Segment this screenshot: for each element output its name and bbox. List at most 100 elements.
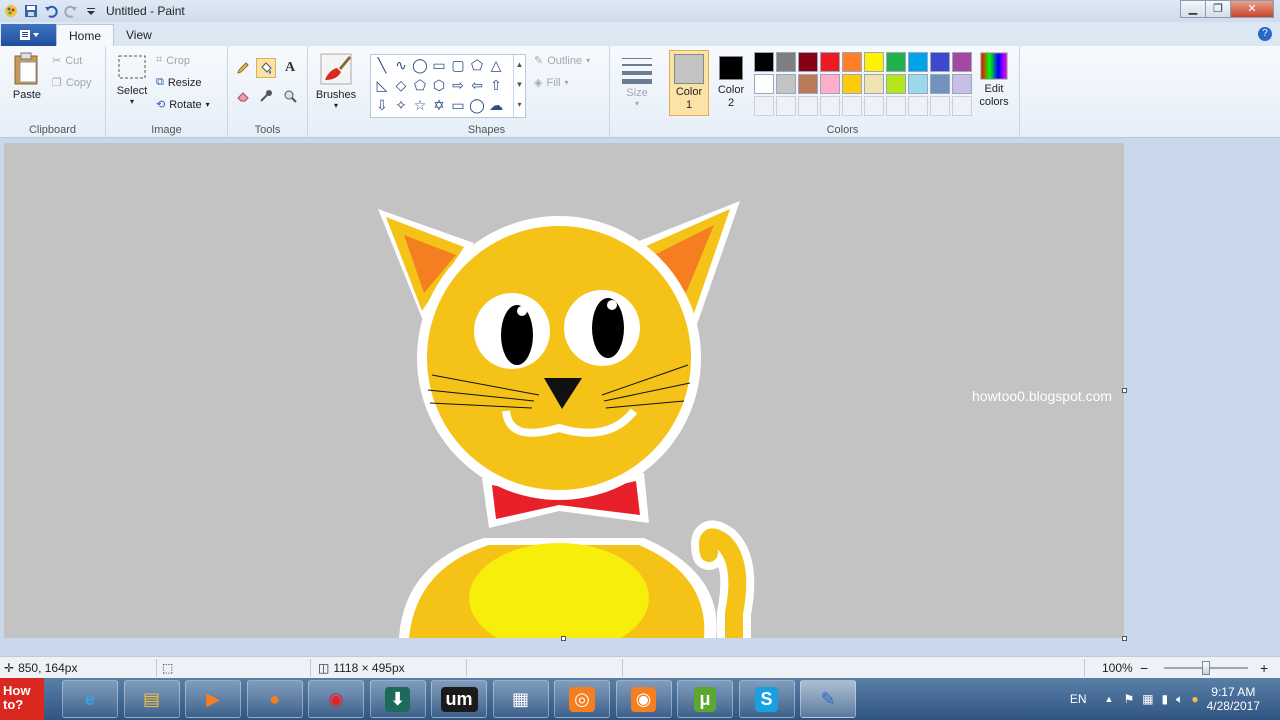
- taskbar-app-firefox[interactable]: ●: [246, 680, 303, 718]
- restore-button[interactable]: ❐: [1205, 0, 1231, 18]
- fill-bucket-icon[interactable]: [256, 58, 276, 78]
- palette-swatch[interactable]: [908, 52, 928, 72]
- taskbar-app-skype[interactable]: S: [738, 680, 795, 718]
- palette-swatch[interactable]: [908, 96, 928, 116]
- paint-app-icon[interactable]: [4, 4, 18, 18]
- palette-swatch[interactable]: [930, 74, 950, 94]
- palette-swatch[interactable]: [886, 96, 906, 116]
- size-button[interactable]: Size ▾: [618, 54, 656, 108]
- minimize-button[interactable]: ▁: [1180, 0, 1206, 18]
- palette-swatch[interactable]: [864, 96, 884, 116]
- palette-swatch[interactable]: [754, 74, 774, 94]
- palette-swatch[interactable]: [930, 96, 950, 116]
- tab-view[interactable]: View: [114, 24, 164, 46]
- select-button[interactable]: Select ▾: [114, 54, 150, 106]
- taskbar-app-internet-explorer[interactable]: e: [62, 680, 118, 718]
- shapes-scrollbar[interactable]: ▲ ▼ ▾: [513, 55, 525, 117]
- rounded-callout-shape-icon[interactable]: ▭: [449, 96, 467, 114]
- curve-shape-icon[interactable]: ∿: [392, 56, 410, 74]
- palette-swatch[interactable]: [930, 52, 950, 72]
- taskbar-app-video-editor[interactable]: ▦: [492, 680, 549, 718]
- edit-colors-button[interactable]: Edit colors: [976, 52, 1012, 109]
- six-point-star-shape-icon[interactable]: ✡: [430, 96, 448, 114]
- oval-shape-icon[interactable]: ◯: [411, 56, 429, 74]
- action-center-icon[interactable]: ⚑: [1123, 692, 1134, 706]
- palette-swatch[interactable]: [754, 96, 774, 116]
- taskbar-app-media-player[interactable]: ▶: [185, 680, 241, 718]
- save-icon[interactable]: [24, 4, 38, 18]
- taskbar-app-ummy[interactable]: um: [431, 680, 487, 718]
- down-arrow-shape-icon[interactable]: ⇩: [373, 96, 391, 114]
- five-point-star-shape-icon[interactable]: ☆: [411, 96, 429, 114]
- palette-swatch[interactable]: [820, 74, 840, 94]
- volume-icon[interactable]: 🔈︎: [1176, 692, 1183, 707]
- eraser-icon[interactable]: [233, 86, 253, 106]
- color-picker-icon[interactable]: [256, 86, 276, 106]
- four-point-star-shape-icon[interactable]: ✧: [392, 96, 410, 114]
- taskbar-app-utorrent[interactable]: μ: [677, 680, 733, 718]
- color1-button[interactable]: Color 1: [669, 50, 709, 116]
- palette-swatch[interactable]: [776, 74, 796, 94]
- palette-swatch[interactable]: [842, 74, 862, 94]
- magnifier-icon[interactable]: [280, 86, 300, 106]
- battery-icon[interactable]: ▮: [1162, 692, 1169, 706]
- cloud-callout-shape-icon[interactable]: ☁: [487, 96, 505, 114]
- start-button[interactable]: How to?: [0, 678, 44, 720]
- palette-swatch[interactable]: [754, 52, 774, 72]
- pencil-icon[interactable]: [233, 58, 253, 78]
- palette-swatch[interactable]: [798, 96, 818, 116]
- brushes-button[interactable]: Brushes ▾: [312, 52, 360, 110]
- drawing-canvas[interactable]: howtoo0.blogspot.com: [4, 143, 1124, 638]
- redo-icon[interactable]: [64, 4, 78, 18]
- text-tool-icon[interactable]: A: [280, 58, 300, 78]
- palette-swatch[interactable]: [842, 96, 862, 116]
- rotate-button[interactable]: ⟲ Rotate ▾: [156, 98, 210, 112]
- help-icon[interactable]: ?: [1258, 27, 1272, 41]
- diamond-shape-icon[interactable]: ◇: [392, 76, 410, 94]
- rectangle-shape-icon[interactable]: ▭: [430, 56, 448, 74]
- palette-swatch[interactable]: [908, 74, 928, 94]
- resize-handle-bottom[interactable]: [561, 636, 566, 641]
- polygon-shape-icon[interactable]: ⬠: [468, 56, 486, 74]
- palette-swatch[interactable]: [952, 96, 972, 116]
- copy-button[interactable]: ❐ Copy: [52, 76, 92, 90]
- palette-swatch[interactable]: [820, 96, 840, 116]
- zoom-slider-thumb[interactable]: [1202, 661, 1210, 675]
- taskbar-app-paint[interactable]: ✎: [800, 680, 856, 718]
- customize-toolbar-icon[interactable]: [84, 4, 98, 18]
- resize-button[interactable]: ⧉ Resize: [156, 76, 201, 89]
- close-button[interactable]: ✕: [1230, 0, 1274, 18]
- oval-callout-shape-icon[interactable]: ◯: [468, 96, 486, 114]
- zoom-in-button[interactable]: +: [1260, 657, 1268, 679]
- hexagon-shape-icon[interactable]: ⬡: [430, 76, 448, 94]
- network-icon[interactable]: ▦: [1142, 692, 1153, 706]
- clock[interactable]: 9:17 AM 4/28/2017: [1207, 685, 1260, 713]
- taskbar-app-screen-recorder[interactable]: ◎: [554, 680, 610, 718]
- cut-button[interactable]: ✂ Cut: [52, 54, 82, 68]
- palette-swatch[interactable]: [798, 74, 818, 94]
- palette-swatch[interactable]: [886, 74, 906, 94]
- tab-home[interactable]: Home: [56, 24, 115, 46]
- tray-expand-icon[interactable]: ▲: [1105, 694, 1114, 704]
- rounded-rectangle-shape-icon[interactable]: ▢: [449, 56, 467, 74]
- undo-icon[interactable]: [44, 4, 58, 18]
- palette-swatch[interactable]: [886, 52, 906, 72]
- paste-button[interactable]: Paste: [8, 52, 46, 101]
- palette-swatch[interactable]: [952, 74, 972, 94]
- palette-swatch[interactable]: [842, 52, 862, 72]
- palette-swatch[interactable]: [820, 52, 840, 72]
- language-indicator[interactable]: EN: [1070, 692, 1087, 706]
- taskbar-app-file-explorer[interactable]: ▤: [123, 680, 180, 718]
- zoom-out-button[interactable]: −: [1140, 657, 1148, 679]
- palette-swatch[interactable]: [798, 52, 818, 72]
- pentagon-shape-icon[interactable]: ⬠: [411, 76, 429, 94]
- taskbar-app-camera[interactable]: ◉: [615, 680, 672, 718]
- file-menu-button[interactable]: [1, 24, 56, 46]
- palette-swatch[interactable]: [864, 74, 884, 94]
- color2-button[interactable]: Color 2: [712, 50, 750, 116]
- resize-handle-corner[interactable]: [1122, 636, 1127, 641]
- outline-button[interactable]: ✎ Outline ▾: [534, 54, 590, 68]
- updater-icon[interactable]: ●: [1191, 692, 1198, 706]
- taskbar-app-download-manager[interactable]: ⬇: [369, 680, 426, 718]
- right-triangle-shape-icon[interactable]: ◺: [373, 76, 391, 94]
